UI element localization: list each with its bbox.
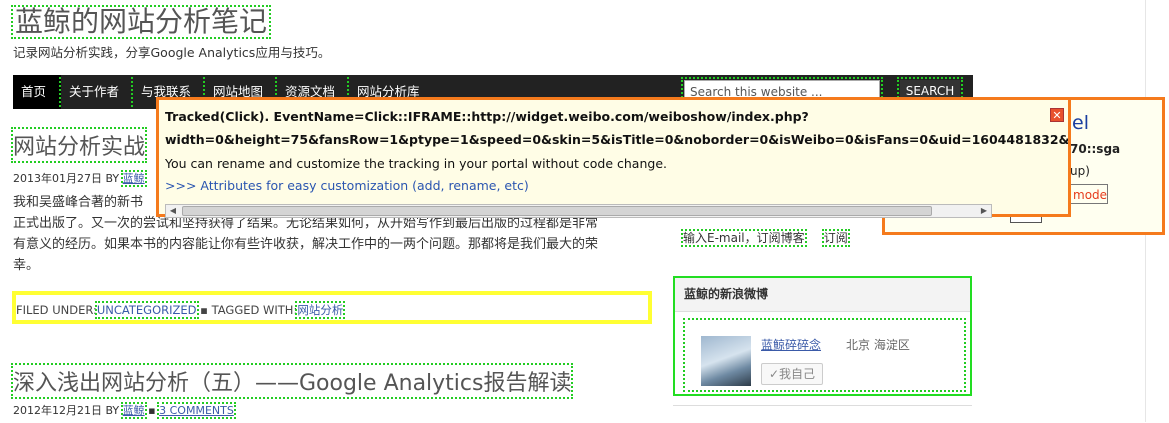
tag-link[interactable]: 网站分析 (295, 301, 346, 319)
author-link[interactable]: 蓝鲸 (120, 402, 147, 419)
weibo-follow-button[interactable]: ✓我自己 (761, 363, 823, 385)
weibo-profile-link[interactable]: 蓝鲸碎碎念 (761, 336, 821, 353)
subscribe-form: 输入E-mail，订阅博客 订阅 (681, 229, 850, 247)
post-excerpt-line: 有意义的经历。如果本书的内容能让你有些许收获，解决工作中的一两个问题。那都将是我… (13, 237, 599, 252)
scroll-right-icon[interactable]: ▶ (977, 205, 991, 217)
site-description: 记录网站分析实践，分享Google Analytics应用与技巧。 (13, 45, 331, 60)
scroll-left-icon[interactable]: ◀ (166, 205, 180, 217)
comments-link[interactable]: 3 COMMENTS (157, 402, 236, 419)
tooltip-hint: You can rename and customize the trackin… (165, 156, 667, 171)
post-footer: FILED UNDER:UNCATEGORIZED ▪ TAGGED WITH:… (12, 291, 652, 324)
category-link[interactable]: UNCATEGORIZED (94, 301, 199, 319)
author-link[interactable]: 蓝鲸 (120, 170, 147, 187)
subscribe-button[interactable]: 订阅 (821, 229, 850, 247)
customize-attributes-link[interactable]: >>> Attributes for easy customization (a… (165, 178, 529, 193)
post-title[interactable]: 网站分析实战 (10, 127, 148, 163)
tracking-tooltip: ✕ Tracked(Click). EventName=Click::IFRAM… (156, 97, 1071, 218)
post-meta: 2013年01月27日 BY 蓝鲸 (13, 170, 147, 187)
weibo-location: 北京 海淀区 (846, 338, 910, 352)
post-date: 2013年01月27日 BY (13, 172, 120, 185)
scrollbar-thumb[interactable] (182, 206, 932, 216)
email-subscribe-input[interactable]: 输入E-mail，订阅博客 (681, 229, 807, 247)
post-excerpt-line: 幸。 (13, 258, 40, 273)
sidebar-widget (673, 405, 972, 423)
avatar[interactable] (701, 336, 751, 386)
tooltip-event-line: Tracked(Click). EventName=Click::IFRAME:… (165, 109, 809, 124)
meta-separator: ▪ (148, 404, 156, 417)
panel-title: el (1072, 112, 1089, 134)
post-meta: 2012年12月21日 BY 蓝鲸 ▪ 3 COMMENTS (13, 402, 236, 419)
site-title[interactable]: 蓝鲸的网站分析笔记 (10, 5, 272, 39)
nav-item-about[interactable]: 关于作者 (61, 75, 127, 109)
nav-item-home[interactable]: 首页 (13, 75, 61, 109)
post-title[interactable]: 深入浅出网站分析（五）——Google Analytics报告解读 (10, 363, 574, 399)
weibo-iframe[interactable]: 蓝鲸碎碎念 北京 海淀区 ✓我自己 (683, 318, 966, 392)
panel-text: up) (1070, 164, 1090, 178)
tagged-with-label: TAGGED WITH: (211, 303, 298, 317)
weibo-widget: 蓝鲸的新浪微博 蓝鲸碎碎念 北京 海淀区 ✓我自己 (673, 276, 972, 396)
weibo-widget-title: 蓝鲸的新浪微博 (675, 278, 970, 312)
panel-code: 70::sga (1070, 142, 1121, 156)
horizontal-scrollbar[interactable]: ◀ ▶ (165, 204, 992, 218)
post-date: 2012年12月21日 BY (13, 404, 120, 417)
tooltip-event-params: width=0&height=75&fansRow=1&ptype=1&spee… (165, 132, 1068, 147)
mode-button[interactable]: mode (1070, 184, 1108, 204)
filed-under-label: FILED UNDER: (16, 303, 97, 317)
close-icon[interactable]: ✕ (1050, 108, 1064, 122)
meta-separator: ▪ (200, 303, 208, 317)
